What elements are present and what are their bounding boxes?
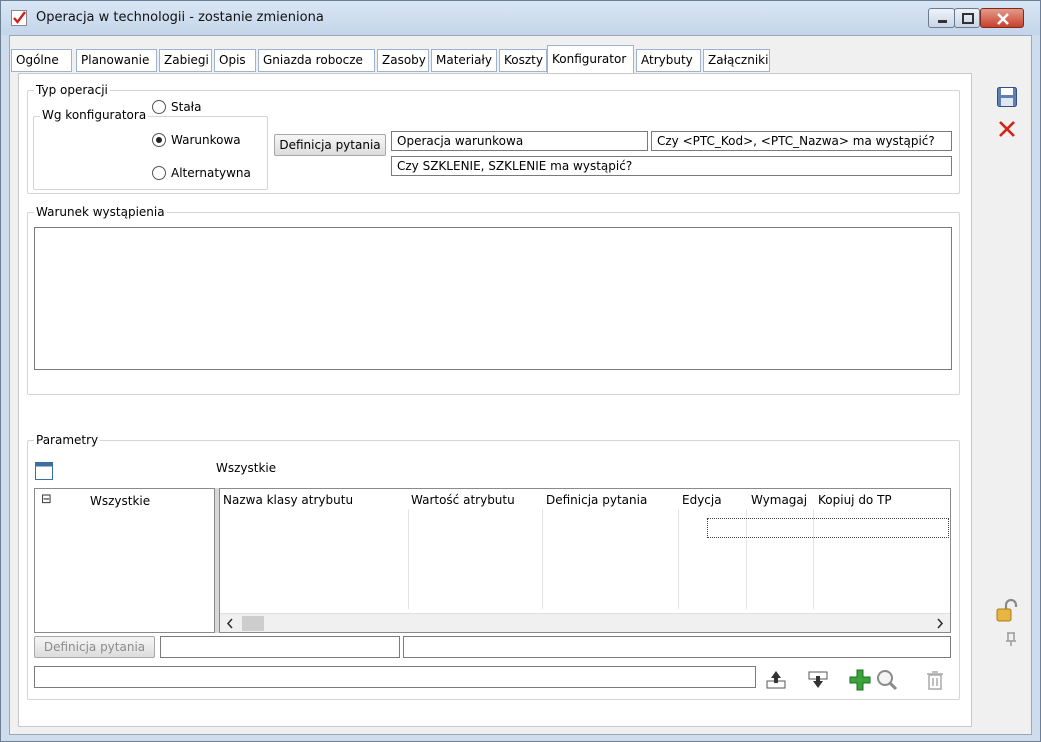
- konfigurator-panel: Typ operacji Stała Wg konfiguratora Waru…: [18, 73, 972, 727]
- parametry-field-2[interactable]: [403, 636, 951, 658]
- parametry-grid: Nazwa klasy atrybutu Wartość atrybutu De…: [219, 488, 951, 633]
- radio-alternatywna[interactable]: Alternatywna: [152, 166, 251, 180]
- warunek-legend: Warunek wystąpienia: [34, 205, 167, 219]
- warunek-textarea[interactable]: [34, 227, 952, 370]
- pin-icon[interactable]: [1004, 631, 1018, 647]
- radio-alternatywna-label: Alternatywna: [171, 166, 251, 180]
- tab-zalaczniki[interactable]: Załączniki: [703, 49, 770, 72]
- tab-ogolne[interactable]: Ogólne: [11, 49, 72, 72]
- maximize-button[interactable]: [954, 8, 980, 28]
- horizontal-scrollbar[interactable]: [220, 613, 950, 632]
- import-icon[interactable]: [806, 668, 830, 692]
- tab-zabiegi[interactable]: Zabiegi: [159, 49, 212, 72]
- minimize-button[interactable]: [928, 8, 955, 28]
- lock-icon[interactable]: [994, 598, 1020, 624]
- window: Operacja w technologii - zostanie zmieni…: [0, 0, 1041, 742]
- maximize-icon: [962, 13, 974, 24]
- radio-stala-label: Stała: [171, 100, 202, 114]
- tab-atrybuty[interactable]: Atrybuty: [636, 49, 701, 72]
- radio-stala-indicator: [152, 100, 166, 114]
- window-toggle-icon[interactable]: [34, 461, 54, 481]
- definicja-pytania-button[interactable]: Definicja pytania: [274, 134, 386, 156]
- column-divider: [678, 509, 679, 609]
- checkmark-icon: [11, 10, 27, 26]
- question-template-field[interactable]: Czy <PTC_Kod>, <PTC_Nazwa> ma wystąpić?: [651, 131, 952, 151]
- close-button[interactable]: [980, 8, 1024, 28]
- parametry-tree: ⊟ Wszystkie: [34, 488, 215, 633]
- tab-materialy[interactable]: Materiały: [431, 49, 497, 72]
- tab-gniazda-robocze[interactable]: Gniazda robocze: [258, 49, 375, 72]
- radio-stala[interactable]: Stała: [152, 100, 201, 114]
- scroll-right-icon[interactable]: [936, 618, 944, 629]
- radio-alternatywna-indicator: [152, 166, 166, 180]
- add-icon[interactable]: [848, 668, 872, 692]
- close-icon: [997, 13, 1009, 25]
- parametry-field-1[interactable]: [160, 636, 400, 658]
- minimize-icon: [938, 20, 947, 23]
- cancel-icon[interactable]: [997, 119, 1017, 139]
- scroll-thumb[interactable]: [242, 616, 264, 631]
- parametry-field-3[interactable]: [34, 666, 756, 688]
- parametry-legend: Parametry: [34, 433, 101, 447]
- grid-focus-cell[interactable]: [707, 518, 949, 538]
- typ-operacji-legend: Typ operacji: [34, 83, 110, 97]
- save-icon[interactable]: [996, 86, 1018, 108]
- tab-konfigurator[interactable]: Konfigurator: [547, 45, 634, 73]
- tree-root-label[interactable]: Wszystkie: [90, 494, 150, 508]
- column-header[interactable]: Wymagaj: [751, 493, 807, 507]
- tab-koszty[interactable]: Koszty: [499, 49, 547, 72]
- wg-konfiguratora-legend: Wg konfiguratora: [40, 108, 149, 122]
- tab-zasoby[interactable]: Zasoby: [377, 49, 429, 72]
- export-icon[interactable]: [764, 668, 788, 692]
- column-divider: [408, 509, 409, 609]
- window-title: Operacja w technologii - zostanie zmieni…: [36, 10, 324, 25]
- grid-caption: Wszystkie: [216, 461, 277, 475]
- column-divider: [542, 509, 543, 609]
- radio-warunkowa-label: Warunkowa: [171, 133, 241, 147]
- scroll-left-icon[interactable]: [226, 618, 234, 629]
- tab-opis[interactable]: Opis: [214, 49, 256, 72]
- column-header[interactable]: Nazwa klasy atrybutu: [223, 493, 353, 507]
- column-header[interactable]: Definicja pytania: [546, 493, 647, 507]
- delete-icon[interactable]: [923, 668, 947, 692]
- tree-collapse-icon[interactable]: ⊟: [41, 492, 52, 507]
- question-resolved-field[interactable]: Czy SZKLENIE, SZKLENIE ma wystąpić?: [391, 156, 952, 176]
- column-header[interactable]: Kopiuj do TP: [818, 493, 892, 507]
- radio-warunkowa[interactable]: Warunkowa: [152, 133, 241, 147]
- column-header[interactable]: Edycja: [682, 493, 722, 507]
- parametry-definicja-button[interactable]: Definicja pytania: [34, 636, 155, 658]
- search-icon[interactable]: [875, 668, 899, 692]
- operation-type-field[interactable]: Operacja warunkowa: [391, 131, 648, 151]
- radio-warunkowa-indicator: [152, 133, 166, 147]
- title-bar: Operacja w technologii - zostanie zmieni…: [1, 1, 1040, 35]
- tab-planowanie[interactable]: Planowanie: [76, 49, 157, 72]
- column-header[interactable]: Wartość atrybutu: [411, 493, 515, 507]
